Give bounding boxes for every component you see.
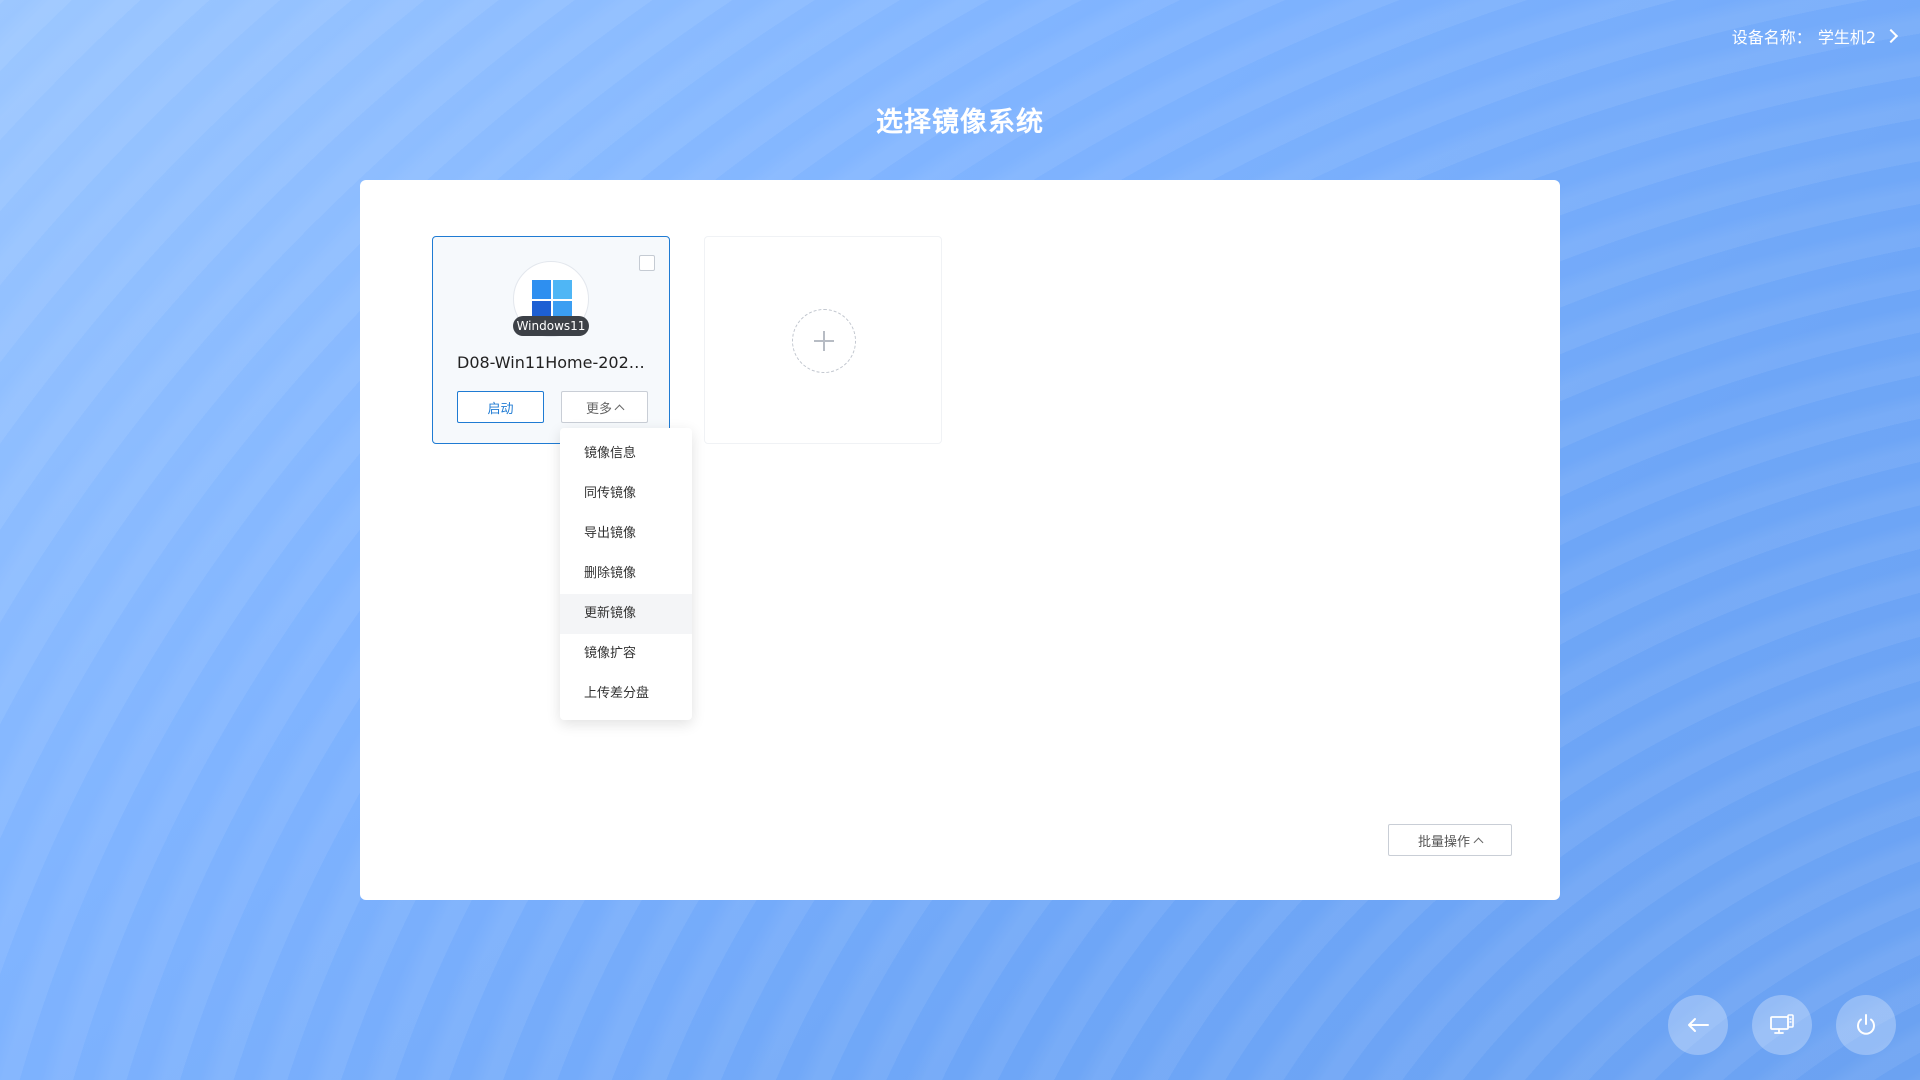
monitor-settings-button[interactable]	[1752, 995, 1812, 1055]
page-title: 选择镜像系统	[876, 107, 1044, 138]
image-card[interactable]: Windows11 D08-Win11Home-2023... 启动 更多	[432, 236, 670, 444]
device-name-label: 设备名称：	[1731, 28, 1812, 47]
os-badge: Windows11	[513, 316, 589, 336]
chevron-right-icon	[1883, 28, 1899, 44]
menu-item-update-image[interactable]: 更新镜像	[560, 594, 692, 634]
menu-item-delete-image[interactable]: 删除镜像	[560, 554, 692, 594]
menu-item-expand-image[interactable]: 镜像扩容	[560, 634, 692, 674]
menu-item-upload-diff-disk[interactable]: 上传差分盘	[560, 674, 692, 714]
device-name-link[interactable]: 设备名称： 学生机2	[1731, 24, 1899, 48]
more-dropdown-menu: 镜像信息 同传镜像 导出镜像 删除镜像 更新镜像 镜像扩容 上传差分盘	[560, 428, 692, 720]
arrow-left-icon	[1688, 1018, 1709, 1032]
power-button[interactable]	[1836, 995, 1896, 1055]
menu-item-sync-image[interactable]: 同传镜像	[560, 474, 692, 514]
add-image-card[interactable]	[704, 236, 942, 444]
monitor-settings-icon	[1770, 1014, 1794, 1034]
menu-item-export-image[interactable]: 导出镜像	[560, 514, 692, 554]
more-button-label: 更多	[585, 401, 612, 417]
image-name: D08-Win11Home-2023...	[457, 353, 653, 372]
chevron-up-icon	[1473, 837, 1484, 847]
power-icon	[1857, 1014, 1875, 1035]
image-panel: Windows11 D08-Win11Home-2023... 启动 更多 批量…	[360, 180, 1560, 900]
chevron-up-icon	[614, 404, 625, 414]
device-name-value: 学生机2	[1817, 28, 1876, 47]
add-image-button[interactable]	[792, 309, 856, 373]
windows-logo-icon	[532, 280, 572, 320]
more-button[interactable]: 更多	[561, 391, 648, 423]
batch-operation-button[interactable]: 批量操作	[1388, 824, 1512, 856]
plus-icon	[814, 331, 834, 351]
batch-operation-label: 批量操作	[1417, 834, 1470, 850]
menu-item-image-info[interactable]: 镜像信息	[560, 434, 692, 474]
back-button[interactable]	[1668, 995, 1728, 1055]
image-card-checkbox[interactable]	[639, 255, 655, 271]
start-button[interactable]: 启动	[457, 391, 544, 423]
